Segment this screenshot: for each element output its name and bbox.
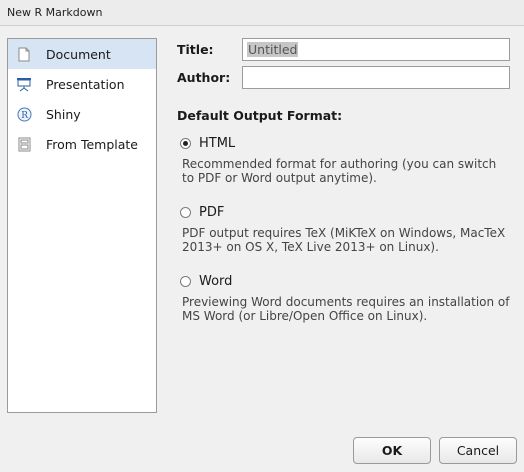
- presentation-icon: [16, 76, 32, 92]
- output-option-html: HTML Recommended format for authoring (y…: [180, 136, 512, 185]
- html-radio-label: HTML: [199, 136, 236, 151]
- svg-text:R: R: [21, 111, 28, 121]
- sidebar-item-presentation[interactable]: Presentation: [8, 69, 156, 99]
- title-label: Title:: [177, 42, 214, 57]
- title-input-value: Untitled: [247, 42, 299, 57]
- output-option-pdf: PDF PDF output requires TeX (MiKTeX on W…: [180, 205, 512, 254]
- pdf-radio-label: PDF: [199, 205, 225, 220]
- output-format-heading: Default Output Format:: [177, 108, 343, 123]
- author-row: Author:: [177, 66, 510, 89]
- title-input[interactable]: Untitled: [242, 38, 510, 61]
- sidebar-item-from-template[interactable]: From Template: [8, 129, 156, 159]
- template-icon: [16, 136, 32, 152]
- sidebar-item-label: Document: [46, 46, 111, 62]
- template-type-list: Document Presentation R Shiny From Templ…: [7, 38, 157, 413]
- author-label: Author:: [177, 70, 231, 85]
- word-radio-row[interactable]: Word: [180, 274, 512, 289]
- html-radio-row[interactable]: HTML: [180, 136, 512, 151]
- shiny-icon: R: [16, 106, 32, 122]
- word-radio-label: Word: [199, 274, 233, 289]
- output-option-word: Word Previewing Word documents requires …: [180, 274, 512, 323]
- word-radio[interactable]: [180, 276, 191, 287]
- sidebar-item-document[interactable]: Document: [8, 39, 156, 69]
- html-description: Recommended format for authoring (you ca…: [182, 157, 497, 185]
- ok-button[interactable]: OK: [353, 437, 431, 464]
- html-radio[interactable]: [180, 138, 191, 149]
- pdf-radio-row[interactable]: PDF: [180, 205, 512, 220]
- author-input[interactable]: [242, 66, 510, 89]
- sidebar-item-shiny[interactable]: R Shiny: [8, 99, 156, 129]
- sidebar-item-label: From Template: [46, 136, 138, 152]
- document-icon: [16, 46, 32, 62]
- sidebar-item-label: Presentation: [46, 76, 125, 92]
- word-description: Previewing Word documents requires an in…: [182, 295, 510, 323]
- title-row: Title: Untitled: [177, 38, 510, 61]
- pdf-description: PDF output requires TeX (MiKTeX on Windo…: [182, 226, 506, 254]
- sidebar-item-label: Shiny: [46, 106, 81, 122]
- window-title: New R Markdown: [0, 0, 524, 26]
- pdf-radio[interactable]: [180, 207, 191, 218]
- cancel-button[interactable]: Cancel: [439, 437, 517, 464]
